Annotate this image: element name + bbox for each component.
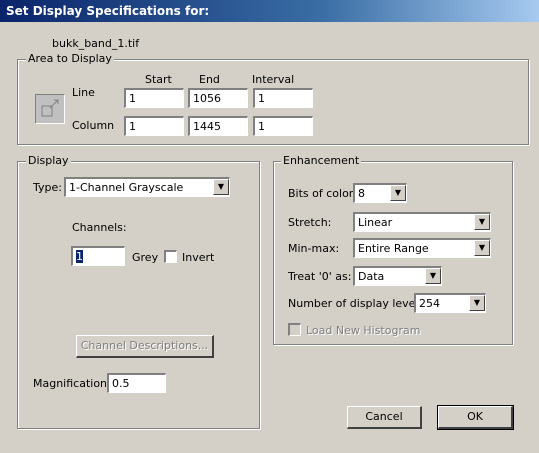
treat-zero-label: Treat '0' as: — [288, 270, 352, 283]
end-column-header: End — [199, 73, 220, 86]
line-end-input[interactable]: 1056 — [188, 88, 248, 108]
chevron-down-icon[interactable]: ▼ — [474, 240, 490, 256]
window-title-bar[interactable]: Set Display Specifications for: — [0, 0, 539, 22]
ok-button[interactable]: OK — [437, 405, 514, 430]
stretch-select[interactable]: Linear ▼ — [353, 212, 491, 232]
column-start-input[interactable]: 1 — [124, 116, 184, 136]
load-histogram-checkbox[interactable] — [288, 323, 301, 336]
load-histogram-label: Load New Histogram — [306, 324, 421, 337]
column-label: Column — [72, 119, 115, 132]
display-levels-select[interactable]: 254 ▼ — [414, 293, 486, 313]
area-group-legend: Area to Display — [26, 52, 114, 65]
line-interval-input[interactable]: 1 — [253, 88, 313, 108]
min-max-label: Min-max: — [288, 242, 340, 255]
window-title: Set Display Specifications for: — [6, 4, 210, 18]
bits-of-color-label: Bits of color: — [288, 187, 357, 200]
interval-column-header: Interval — [252, 73, 295, 86]
zoom-area-icon — [35, 94, 65, 124]
bits-of-color-select[interactable]: 8 ▼ — [353, 183, 407, 203]
magnification-label: Magnification: — [33, 377, 111, 390]
display-levels-label: Number of display levels: — [288, 297, 428, 310]
start-column-header: Start — [145, 73, 172, 86]
invert-label: Invert — [182, 251, 215, 264]
treat-zero-select[interactable]: Data ▼ — [353, 266, 442, 286]
chevron-down-icon[interactable]: ▼ — [474, 214, 490, 230]
chevron-down-icon[interactable]: ▼ — [390, 185, 406, 201]
column-end-input[interactable]: 1445 — [188, 116, 248, 136]
cancel-button[interactable]: Cancel — [347, 406, 422, 429]
line-start-input[interactable]: 1 — [124, 88, 184, 108]
enhancement-group-legend: Enhancement — [281, 154, 362, 167]
chevron-down-icon[interactable]: ▼ — [425, 268, 441, 284]
min-max-select[interactable]: Entire Range ▼ — [353, 238, 491, 258]
display-group-legend: Display — [26, 154, 71, 167]
column-interval-input[interactable]: 1 — [253, 116, 313, 136]
channel-input[interactable]: 1 — [71, 246, 125, 266]
grey-label: Grey — [132, 251, 159, 264]
invert-checkbox[interactable] — [164, 250, 177, 263]
display-type-select[interactable]: 1-Channel Grayscale ▼ — [64, 177, 230, 197]
line-label: Line — [72, 86, 95, 99]
channel-descriptions-button[interactable]: Channel Descriptions... — [76, 335, 214, 358]
magnification-input[interactable]: 0.5 — [107, 373, 166, 393]
type-label: Type: — [33, 181, 62, 194]
file-name: bukk_band_1.tif — [52, 37, 140, 50]
chevron-down-icon[interactable]: ▼ — [213, 179, 229, 195]
channels-label: Channels: — [72, 221, 127, 234]
stretch-label: Stretch: — [288, 216, 332, 229]
chevron-down-icon[interactable]: ▼ — [469, 295, 485, 311]
